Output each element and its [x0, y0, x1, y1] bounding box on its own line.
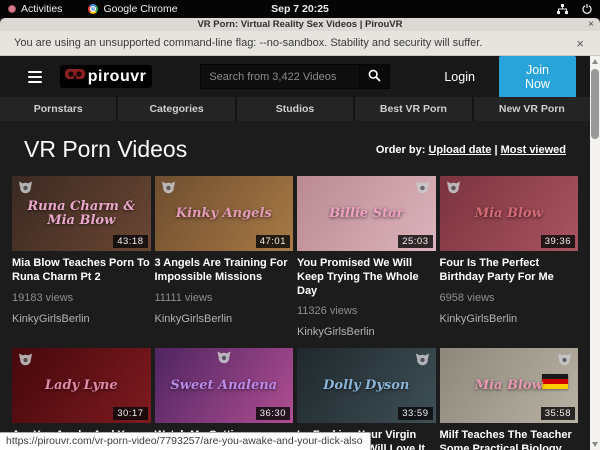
- video-thumbnail[interactable]: Sweet Analena 36:30: [155, 348, 294, 423]
- activities-indicator-icon: [8, 5, 16, 13]
- studio-badge-icon: [415, 353, 430, 371]
- site-header: pirouvr Login Join Now: [0, 56, 590, 97]
- system-tray[interactable]: [557, 4, 592, 14]
- logo-text: pirouvr: [88, 68, 147, 86]
- order-by-label: Order by:: [376, 144, 426, 156]
- studio-badge-icon: [446, 181, 461, 199]
- studio-badge-icon: [18, 353, 33, 371]
- video-title[interactable]: Milf Teaches The Teacher Some Practical …: [440, 429, 579, 450]
- video-title[interactable]: You Promised We Will Keep Trying The Who…: [297, 257, 436, 298]
- order-link-most-viewed[interactable]: Most viewed: [501, 144, 566, 156]
- video-studio-link[interactable]: KinkyGirlsBerlin: [297, 326, 436, 338]
- video-duration-badge: 30:17: [113, 407, 147, 420]
- chrome-icon: [88, 4, 98, 14]
- video-studio-link[interactable]: KinkyGirlsBerlin: [155, 313, 294, 325]
- app-menu-label: Google Chrome: [103, 3, 177, 15]
- search-form: [200, 64, 390, 89]
- nav-item[interactable]: Categories: [118, 97, 234, 121]
- video-title[interactable]: 3 Angels Are Training For Impossible Mis…: [155, 257, 294, 285]
- join-now-button[interactable]: Join Now: [499, 56, 576, 98]
- video-card[interactable]: Runa Charm & Mia Blow 43:18 Mia Blow Tea…: [12, 176, 151, 338]
- video-card[interactable]: Billie Star 25:03 You Promised We Will K…: [297, 176, 436, 338]
- video-duration-badge: 47:01: [256, 235, 290, 248]
- video-views: 19183 views: [12, 292, 151, 304]
- video-duration-badge: 35:58: [541, 407, 575, 420]
- window-titlebar[interactable]: VR Porn: Virtual Reality Sex Videos | Pi…: [0, 18, 600, 31]
- video-thumbnail[interactable]: Kinky Angels 47:01: [155, 176, 294, 251]
- nav-item[interactable]: Studios: [237, 97, 353, 121]
- scrollbar-up-icon[interactable]: [592, 59, 598, 64]
- search-icon: [368, 69, 381, 85]
- system-bar: Activities Google Chrome Sep 7 20:25: [0, 0, 600, 18]
- video-views: 11111 views: [155, 292, 294, 304]
- german-flag-icon: [542, 374, 568, 389]
- video-thumbnail[interactable]: Mia Blow 35:58: [440, 348, 579, 423]
- search-input[interactable]: [200, 64, 360, 89]
- hamburger-menu-icon[interactable]: [28, 71, 42, 83]
- site-logo[interactable]: pirouvr: [60, 65, 153, 88]
- video-views: 6958 views: [440, 292, 579, 304]
- app-menu-button[interactable]: Google Chrome: [88, 3, 177, 15]
- infobar-message: You are using an unsupported command-lin…: [14, 37, 482, 49]
- studio-badge-icon: [216, 351, 231, 369]
- nav-item[interactable]: Best VR Porn: [355, 97, 471, 121]
- video-card[interactable]: Mia Blow 35:58 Milf Teaches The Teacher …: [440, 348, 579, 450]
- infobar-close-icon[interactable]: ×: [572, 36, 588, 51]
- webpage: pirouvr Login Join Now Pornstars Categor…: [0, 56, 590, 450]
- nav-item[interactable]: New VR Porn: [474, 97, 590, 121]
- nav-item[interactable]: Pornstars: [0, 97, 116, 121]
- search-button[interactable]: [360, 64, 390, 89]
- network-tree-icon: [557, 4, 568, 14]
- studio-badge-icon: [557, 353, 572, 371]
- video-thumbnail[interactable]: Runa Charm & Mia Blow 43:18: [12, 176, 151, 251]
- video-card[interactable]: Mia Blow 39:36 Four Is The Perfect Birth…: [440, 176, 579, 338]
- video-title[interactable]: Mia Blow Teaches Porn To Runa Charm Pt 2: [12, 257, 151, 285]
- activities-button[interactable]: Activities: [8, 3, 62, 15]
- video-title[interactable]: Four Is The Perfect Birthday Party For M…: [440, 257, 579, 285]
- site-nav: Pornstars Categories Studios Best VR Por…: [0, 97, 590, 121]
- status-bar-url: https://pirouvr.com/vr-porn-video/779325…: [0, 432, 371, 450]
- window-close-icon[interactable]: ×: [588, 18, 594, 31]
- video-thumbnail[interactable]: Mia Blow 39:36: [440, 176, 579, 251]
- video-duration-badge: 33:59: [398, 407, 432, 420]
- studio-badge-icon: [18, 181, 33, 199]
- window-title: VR Porn: Virtual Reality Sex Videos | Pi…: [197, 19, 402, 30]
- page-title: VR Porn Videos: [24, 136, 187, 163]
- video-duration-badge: 36:30: [256, 407, 290, 420]
- clock[interactable]: Sep 7 20:25: [271, 3, 329, 15]
- order-separator: |: [494, 144, 497, 156]
- video-duration-badge: 43:18: [113, 235, 147, 248]
- power-icon: [582, 4, 592, 14]
- browser-viewport: pirouvr Login Join Now Pornstars Categor…: [0, 56, 600, 450]
- video-thumbnail[interactable]: Lady Lyne 30:17: [12, 348, 151, 423]
- studio-badge-icon: [161, 181, 176, 199]
- video-studio-link[interactable]: KinkyGirlsBerlin: [12, 313, 151, 325]
- studio-badge-icon: [415, 181, 430, 199]
- order-link-upload-date[interactable]: Upload date: [428, 144, 491, 156]
- scrollbar[interactable]: [590, 56, 600, 450]
- scrollbar-down-icon[interactable]: [592, 442, 598, 447]
- infobar: You are using an unsupported command-lin…: [0, 31, 600, 56]
- vr-goggles-icon: [64, 67, 86, 86]
- order-by: Order by: Upload date | Most viewed: [376, 144, 566, 156]
- scrollbar-thumb[interactable]: [591, 69, 599, 139]
- video-grid: Runa Charm & Mia Blow 43:18 Mia Blow Tea…: [0, 176, 590, 450]
- video-thumbnail[interactable]: Dolly Dyson 33:59: [297, 348, 436, 423]
- video-studio-link[interactable]: KinkyGirlsBerlin: [440, 313, 579, 325]
- video-duration-badge: 25:03: [398, 235, 432, 248]
- heading-row: VR Porn Videos Order by: Upload date | M…: [0, 121, 590, 176]
- video-duration-badge: 39:36: [541, 235, 575, 248]
- activities-label: Activities: [21, 3, 62, 15]
- login-link[interactable]: Login: [444, 70, 475, 84]
- video-views: 11326 views: [297, 305, 436, 317]
- video-thumbnail[interactable]: Billie Star 25:03: [297, 176, 436, 251]
- video-card[interactable]: Kinky Angels 47:01 3 Angels Are Training…: [155, 176, 294, 338]
